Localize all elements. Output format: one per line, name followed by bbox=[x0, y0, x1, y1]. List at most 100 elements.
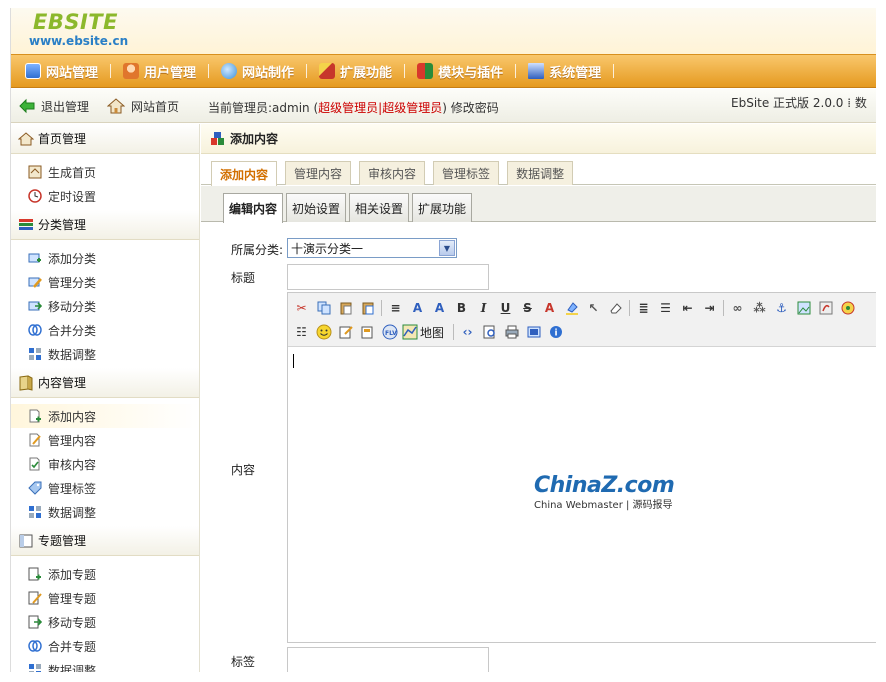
link-icon[interactable]: ∞ bbox=[728, 299, 747, 318]
sidebar-group-title: 内容管理 bbox=[38, 376, 87, 390]
watermark-subtitle: China Webmaster | 源码报导 bbox=[534, 500, 673, 511]
sidebar-item-merge-category[interactable]: 合并分类 bbox=[11, 318, 199, 342]
numbered-list-icon[interactable]: ☷ bbox=[292, 323, 311, 342]
underline-icon[interactable]: U bbox=[496, 299, 515, 318]
eraser-icon[interactable] bbox=[606, 299, 625, 318]
tab-data-adjust[interactable]: 数据调整 bbox=[507, 161, 574, 185]
nav-system-management[interactable]: 系统管理 bbox=[528, 62, 613, 81]
sidebar-item-add-category[interactable]: 添加分类 bbox=[11, 246, 199, 270]
sidebar-item-move-topic[interactable]: 移动专题 bbox=[11, 610, 199, 634]
sidebar-item-manage-tags[interactable]: 管理标签 bbox=[11, 476, 199, 500]
flv-video-icon[interactable]: FLV bbox=[380, 323, 399, 342]
strikethrough-icon[interactable]: S bbox=[518, 299, 537, 318]
sidebar-item-review-content[interactable]: 审核内容 bbox=[11, 452, 199, 476]
sidebar-item-data-adjust[interactable]: 数据调整 bbox=[11, 500, 199, 524]
outdent-icon[interactable]: ⇤ bbox=[678, 299, 697, 318]
tags-input[interactable] bbox=[287, 647, 489, 672]
sidebar-item-data-adjust[interactable]: 数据调整 bbox=[11, 342, 199, 366]
align-icon[interactable]: ≣ bbox=[634, 299, 653, 318]
highlight-icon[interactable] bbox=[562, 299, 581, 318]
about-icon[interactable]: i bbox=[546, 323, 565, 342]
sidebar-item-schedule[interactable]: 定时设置 bbox=[11, 184, 199, 208]
home-icon bbox=[107, 98, 125, 114]
chevron-down-icon[interactable]: ▼ bbox=[439, 240, 455, 256]
edit-note-icon[interactable] bbox=[336, 323, 355, 342]
nav-site-building[interactable]: 网站制作 bbox=[221, 62, 306, 81]
sidebar-item-label: 移动分类 bbox=[48, 299, 97, 314]
sidebar-group-topic[interactable]: 专题管理 bbox=[11, 526, 199, 556]
subtab-edit-content[interactable]: 编辑内容 bbox=[223, 193, 284, 223]
admin-prefix: 当前管理员:admin ( bbox=[208, 101, 319, 115]
flash-icon[interactable] bbox=[816, 299, 835, 318]
cut-icon[interactable]: ✂ bbox=[292, 299, 311, 318]
subtab-related-settings[interactable]: 相关设置 bbox=[349, 193, 410, 222]
nav-extensions[interactable]: 扩展功能 bbox=[319, 62, 404, 81]
tab-review-content[interactable]: 审核内容 bbox=[359, 161, 426, 185]
sidebar-group-content[interactable]: 内容管理 bbox=[11, 368, 199, 398]
bold-icon[interactable]: B bbox=[452, 299, 471, 318]
sidebar-item-manage-content[interactable]: 管理内容 bbox=[11, 428, 199, 452]
emoticon-icon[interactable] bbox=[314, 323, 333, 342]
sidebar-group-home[interactable]: 首页管理 bbox=[11, 124, 199, 154]
media-icon[interactable] bbox=[838, 299, 857, 318]
rich-text-editor[interactable]: ✂ ≡ A A B I U S A ↖ ≣ ☰ ⇤ ⇥ ∞ ⁂ ⚓ ☷ FLV … bbox=[287, 292, 876, 643]
top-navigation: 网站管理 用户管理 网站制作 扩展功能 模块与插件 系统管理 bbox=[11, 54, 876, 88]
paste-icon[interactable] bbox=[336, 299, 355, 318]
print-icon[interactable] bbox=[502, 323, 521, 342]
sidebar-item-label: 生成首页 bbox=[48, 165, 97, 180]
nav-modules-plugins[interactable]: 模块与插件 bbox=[417, 62, 515, 81]
admin-role: 超级管理员 bbox=[382, 101, 443, 115]
page-title: 添加内容 bbox=[230, 132, 279, 146]
anchor-icon[interactable]: ⚓ bbox=[772, 299, 791, 318]
arrow-left-icon bbox=[19, 98, 35, 114]
subtab-extensions[interactable]: 扩展功能 bbox=[412, 193, 473, 222]
content-label: 内容 bbox=[231, 463, 256, 477]
sidebar-item-label: 管理标签 bbox=[48, 481, 97, 496]
content-form: 所属分类: 十演示分类一 ▼ 标题 内容 ✂ ≡ A A B I U S A ↖… bbox=[201, 223, 876, 672]
change-password-link[interactable]: 修改密码 bbox=[451, 101, 499, 115]
sidebar-item-manage-category[interactable]: 管理分类 bbox=[11, 270, 199, 294]
font-color-icon[interactable]: A bbox=[540, 299, 559, 318]
font-size-icon[interactable]: A bbox=[430, 299, 449, 318]
page-title-bar: 添加内容 bbox=[201, 124, 876, 154]
admin-suffix: ) bbox=[442, 101, 447, 115]
nav-site-management[interactable]: 网站管理 bbox=[25, 62, 110, 81]
paste-text-icon[interactable] bbox=[358, 299, 377, 318]
sidebar-item-move-category[interactable]: 移动分类 bbox=[11, 294, 199, 318]
tab-manage-content[interactable]: 管理内容 bbox=[285, 161, 352, 185]
site-home-button[interactable]: 网站首页 bbox=[107, 95, 179, 117]
fullscreen-icon[interactable] bbox=[524, 323, 543, 342]
sidebar-item-label: 管理专题 bbox=[48, 591, 97, 606]
logout-button[interactable]: 退出管理 bbox=[19, 95, 89, 117]
source-code-icon[interactable]: ‹› bbox=[458, 323, 477, 342]
sidebar-group-category[interactable]: 分类管理 bbox=[11, 210, 199, 240]
tags-label: 标签 bbox=[231, 655, 256, 669]
tab-add-content[interactable]: 添加内容 bbox=[211, 161, 278, 186]
line-height-icon[interactable]: ≡ bbox=[386, 299, 405, 318]
template-icon[interactable] bbox=[358, 323, 377, 342]
nav-separator bbox=[306, 64, 308, 78]
italic-icon[interactable]: I bbox=[474, 299, 493, 318]
bullet-list-icon[interactable]: ☰ bbox=[656, 299, 675, 318]
subtab-initial-settings[interactable]: 初始设置 bbox=[286, 193, 347, 222]
sidebar-item-merge-topic[interactable]: 合并专题 bbox=[11, 634, 199, 658]
sidebar-item-add-topic[interactable]: 添加专题 bbox=[11, 562, 199, 586]
sidebar-item-data-adjust[interactable]: 数据调整 bbox=[11, 658, 199, 672]
copy-icon[interactable] bbox=[314, 299, 333, 318]
sidebar-item-manage-topic[interactable]: 管理专题 bbox=[11, 586, 199, 610]
nav-user-management[interactable]: 用户管理 bbox=[123, 62, 208, 81]
image-icon[interactable] bbox=[794, 299, 813, 318]
editor-toolbar: ✂ ≡ A A B I U S A ↖ ≣ ☰ ⇤ ⇥ ∞ ⁂ ⚓ ☷ FLV … bbox=[288, 293, 876, 347]
font-family-icon[interactable]: A bbox=[408, 299, 427, 318]
unlink-icon[interactable]: ⁂ bbox=[750, 299, 769, 318]
category-select[interactable]: 十演示分类一 ▼ bbox=[287, 238, 457, 258]
title-input[interactable] bbox=[287, 264, 489, 290]
map-button[interactable]: 地图 bbox=[402, 324, 444, 341]
tab-manage-tags[interactable]: 管理标签 bbox=[433, 161, 500, 185]
sidebar-item-add-content[interactable]: 添加内容 bbox=[11, 404, 199, 428]
sidebar-item-generate-home[interactable]: 生成首页 bbox=[11, 160, 199, 184]
select-icon[interactable]: ↖ bbox=[584, 299, 603, 318]
indent-icon[interactable]: ⇥ bbox=[700, 299, 719, 318]
preview-icon[interactable] bbox=[480, 323, 499, 342]
user-icon bbox=[123, 63, 140, 79]
